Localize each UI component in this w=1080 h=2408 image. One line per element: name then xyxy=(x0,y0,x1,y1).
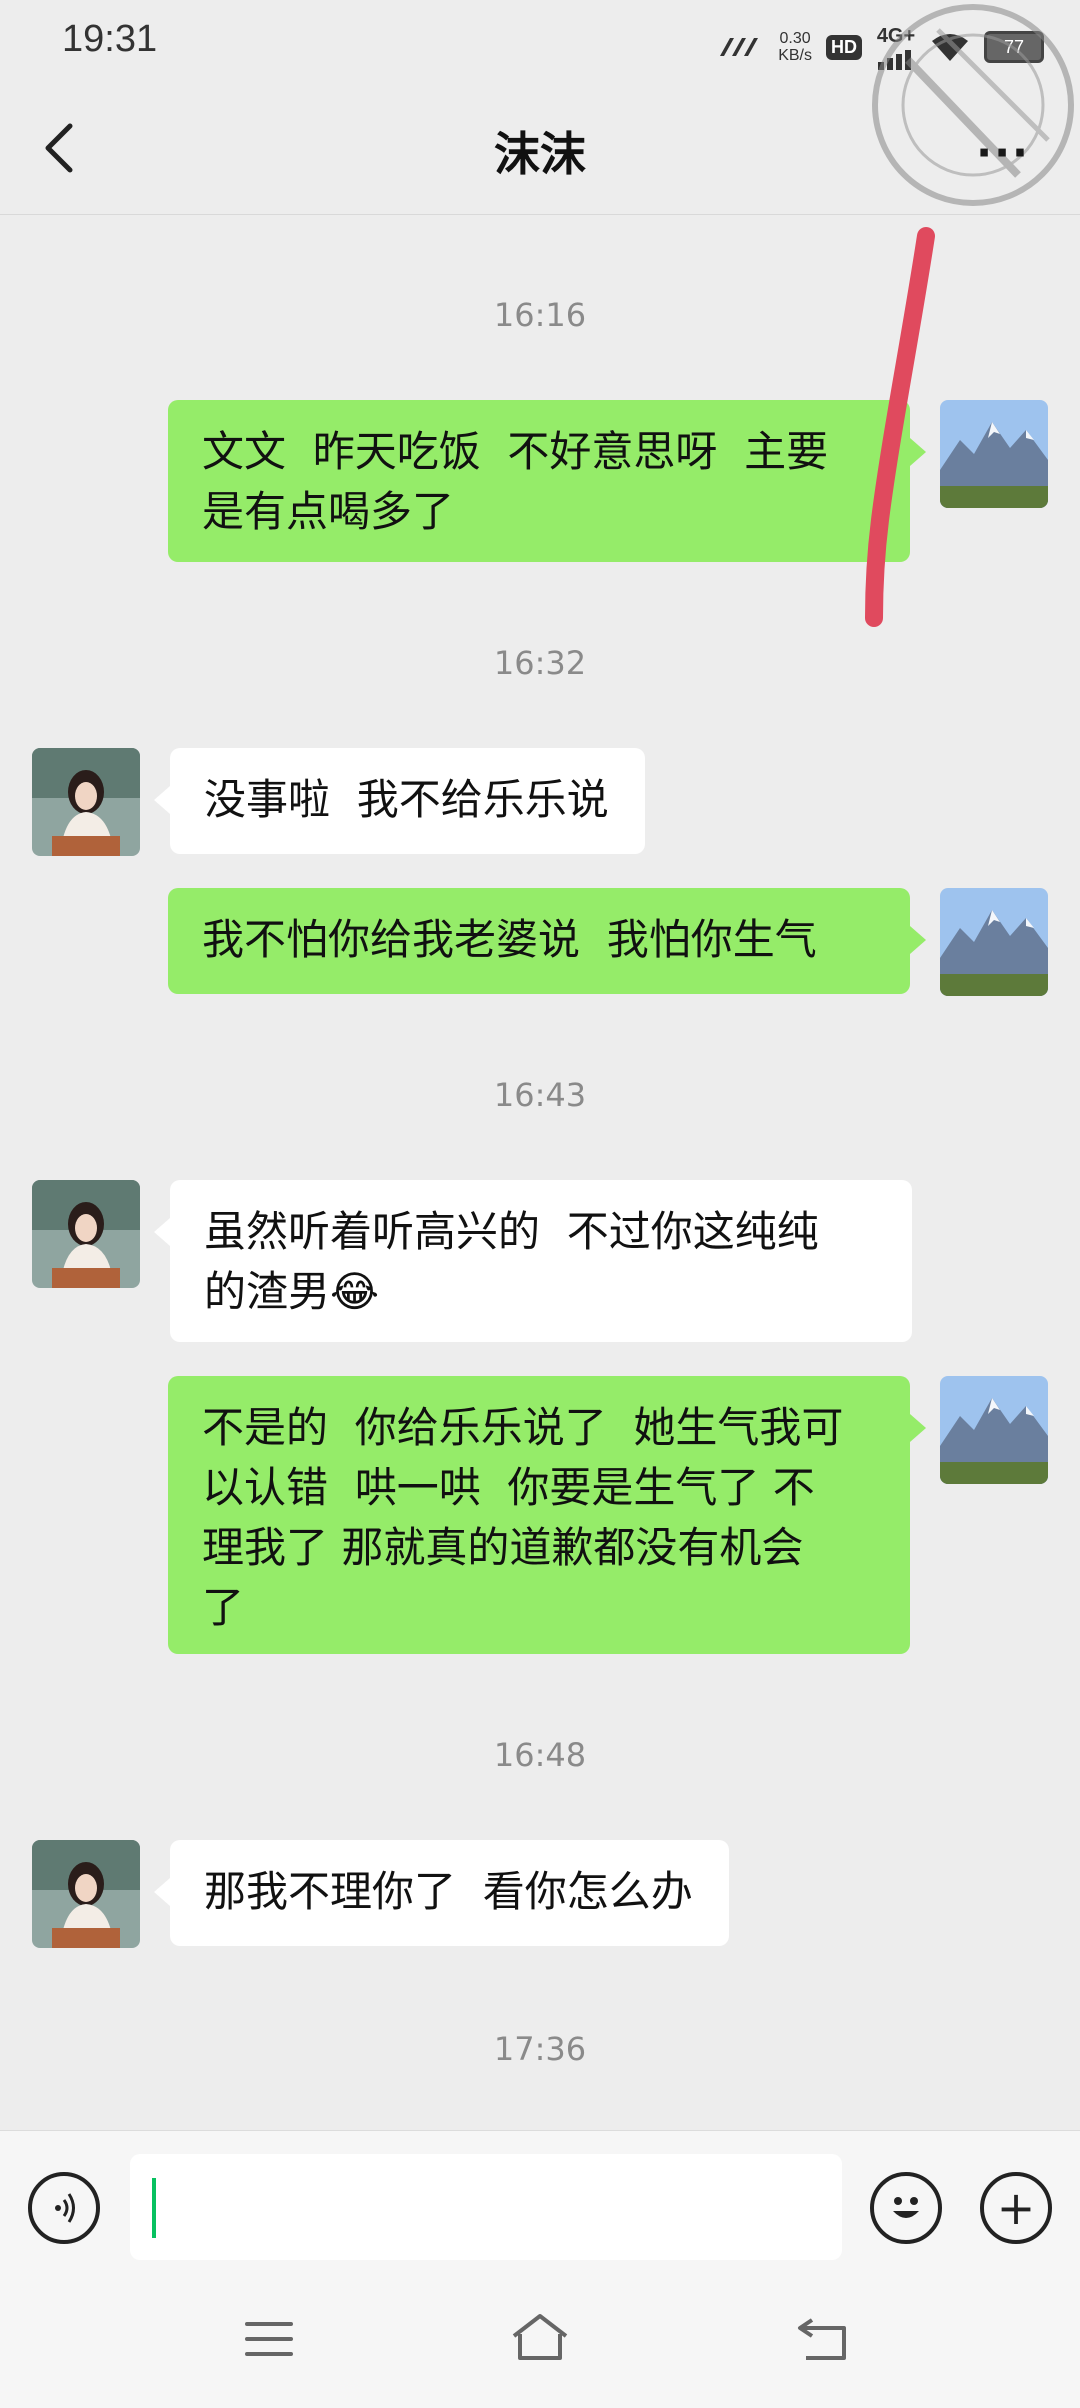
message-bubble-me[interactable]: 我不怕你给我老婆说 我怕你生气 xyxy=(168,888,926,994)
contact-avatar[interactable] xyxy=(32,1180,140,1288)
message-bubble-me[interactable]: 不是的 你给乐乐说了 她生气我可 以认错 哄一哄 你要是生气了 不 理我了 那就… xyxy=(168,1376,926,1654)
message-input[interactable] xyxy=(130,2154,842,2260)
hd-badge: HD xyxy=(826,34,862,60)
home-icon[interactable] xyxy=(510,2312,570,2362)
emoji-smile-icon[interactable] xyxy=(870,2172,942,2244)
timestamp: 16:43 xyxy=(493,1076,587,1114)
net-speed-value: 0.30 xyxy=(779,30,811,47)
timestamp: 17:36 xyxy=(493,2030,587,2068)
timestamp: 16:32 xyxy=(493,644,587,682)
net-speed: 0.30 KB/s xyxy=(778,30,812,64)
contact-photo-icon xyxy=(32,1180,140,1288)
more-dots-icon[interactable]: ··· xyxy=(976,128,1030,177)
menu-icon[interactable] xyxy=(244,2318,294,2360)
message-bubble-them[interactable]: 没事啦 我不给乐乐说 xyxy=(154,748,645,854)
message-bubble-them[interactable]: 虽然听着听高兴的 不过你这纯纯 的渣男😂 xyxy=(154,1180,912,1342)
status-time: 19:31 xyxy=(62,18,158,60)
red-annotation-stroke xyxy=(865,227,935,627)
message-bubble-me[interactable]: 文文 昨天吃饭 不好意思呀 主要 是有点喝多了 xyxy=(168,400,926,562)
message-bubble-them[interactable]: 那我不理你了 看你怎么办 xyxy=(154,1840,729,1946)
voice-icon[interactable] xyxy=(28,2172,100,2244)
voice-wave-icon xyxy=(55,2193,75,2223)
net-speed-unit: KB/s xyxy=(778,47,812,64)
laughing-crying-emoji: 😂 xyxy=(330,1267,380,1316)
smile-face-icon xyxy=(893,2197,919,2218)
mountain-avatar-icon xyxy=(940,888,1048,996)
message-text: 虽然听着听高兴的 不过你这纯纯 的渣男 xyxy=(204,1207,819,1316)
text-caret xyxy=(152,2178,156,2238)
mountain-avatar-icon xyxy=(940,1376,1048,1484)
mountain-avatar-icon xyxy=(940,400,1048,508)
my-avatar[interactable] xyxy=(940,1376,1048,1484)
my-avatar[interactable] xyxy=(940,400,1048,508)
chat-title: 沫沫 xyxy=(494,127,586,181)
contact-photo-icon xyxy=(32,748,140,856)
plus-icon[interactable]: + xyxy=(980,2172,1052,2244)
contact-photo-icon xyxy=(32,1840,140,1948)
timestamp: 16:48 xyxy=(493,1736,587,1774)
signal-strength-icon xyxy=(720,38,759,56)
back-icon[interactable] xyxy=(796,2314,852,2362)
contact-avatar[interactable] xyxy=(32,748,140,856)
header-divider xyxy=(0,214,1080,215)
my-avatar[interactable] xyxy=(940,888,1048,996)
contact-avatar[interactable] xyxy=(32,1840,140,1948)
